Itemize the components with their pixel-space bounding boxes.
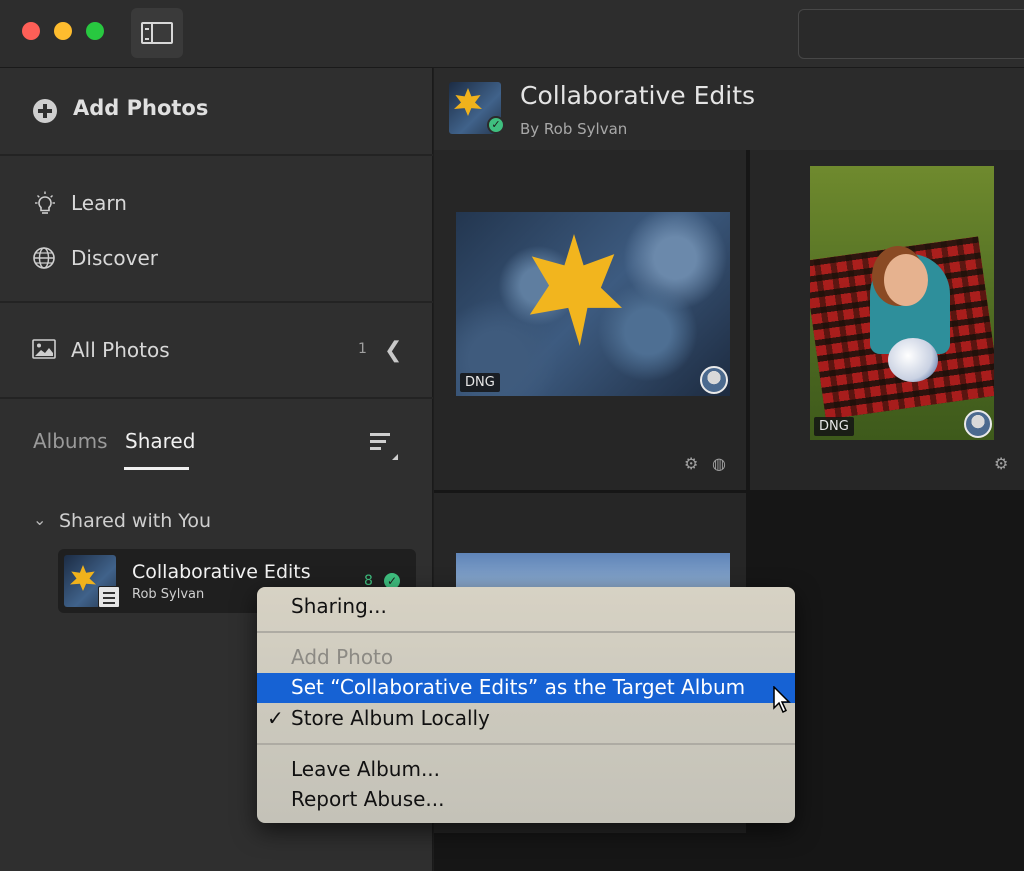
menu-item-set-target-album[interactable]: Set “Collaborative Edits” as the Target …: [257, 673, 795, 703]
edit-sliders-icon: [98, 586, 120, 608]
close-window-button[interactable]: [22, 22, 40, 40]
album-title: Collaborative Edits: [520, 81, 756, 110]
album-name: Collaborative Edits: [132, 561, 311, 583]
checkmark-icon: ✓: [267, 706, 284, 730]
sidebar-item-label: All Photos: [71, 338, 170, 362]
menu-item-store-locally[interactable]: ✓ Store Album Locally: [257, 704, 795, 734]
edit-sliders-icon[interactable]: ⚙: [994, 454, 1008, 473]
maple-leaf-image: [454, 88, 482, 116]
format-badge: DNG: [460, 373, 500, 392]
album-owner: Rob Sylvan: [132, 587, 205, 602]
plus-circle-icon: [33, 99, 57, 123]
format-badge: DNG: [814, 417, 854, 436]
menu-item-add-photo: Add Photo: [291, 645, 394, 669]
photo-count: 1: [358, 341, 367, 357]
photo-thumbnail-portrait[interactable]: DNG: [810, 166, 994, 440]
globe-icon: [33, 247, 55, 269]
context-menu: Sharing... Add Photo Set “Collaborative …: [257, 587, 795, 823]
rating-icon[interactable]: ◍: [712, 454, 726, 473]
chevron-left-icon[interactable]: ❮: [384, 338, 402, 363]
photo-cell[interactable]: DNG ⚙: [750, 150, 1024, 490]
mouse-cursor-icon: [773, 686, 791, 714]
menu-item-sharing[interactable]: Sharing...: [257, 592, 795, 622]
photo-icon: [32, 339, 56, 359]
maple-leaf-image: [529, 234, 622, 346]
sidebar-item-label: Discover: [71, 246, 158, 270]
sidebar-panel-icon: [141, 22, 173, 44]
search-input[interactable]: [798, 9, 1024, 59]
toggle-sidebar-button[interactable]: [131, 8, 183, 58]
synced-check-icon: ✓: [487, 116, 505, 134]
add-photos-button[interactable]: Add Photos: [0, 68, 433, 156]
sort-icon[interactable]: [370, 433, 398, 460]
tab-albums[interactable]: Albums: [33, 429, 108, 453]
contributor-avatar: [700, 366, 728, 394]
album-byline: By Rob Sylvan: [520, 120, 628, 138]
add-photos-label: Add Photos: [73, 96, 209, 120]
menu-item-report-abuse[interactable]: Report Abuse...: [257, 785, 795, 815]
volleyball-image: [888, 338, 938, 382]
nav-section: Learn Discover: [0, 156, 433, 303]
group-label: Shared with You: [59, 510, 212, 532]
menu-item-leave-album[interactable]: Leave Album...: [257, 755, 795, 785]
maple-leaf-image: [70, 565, 96, 591]
menu-separator: [257, 743, 795, 745]
active-tab-indicator: [124, 467, 189, 470]
album-header: ✓ Collaborative Edits By Rob Sylvan: [434, 68, 1024, 150]
photo-thumbnail-leaf[interactable]: DNG: [456, 212, 730, 396]
contributor-avatar: [964, 410, 992, 438]
tab-shared[interactable]: Shared: [125, 429, 195, 453]
album-tabs: Albums Shared: [0, 401, 433, 491]
all-photos-section: All Photos 1 ❮: [0, 303, 433, 399]
sidebar-item-label: Learn: [71, 191, 127, 215]
photo-cell[interactable]: DNG ⚙ ◍: [434, 150, 746, 490]
edit-sliders-icon[interactable]: ⚙: [684, 454, 698, 473]
minimize-window-button[interactable]: [54, 22, 72, 40]
title-bar: [0, 0, 1024, 68]
chevron-down-icon: ⌄: [33, 510, 47, 529]
person-head-image: [884, 254, 928, 306]
lightbulb-icon: [35, 191, 55, 214]
menu-separator: [257, 631, 795, 633]
zoom-window-button[interactable]: [86, 22, 104, 40]
